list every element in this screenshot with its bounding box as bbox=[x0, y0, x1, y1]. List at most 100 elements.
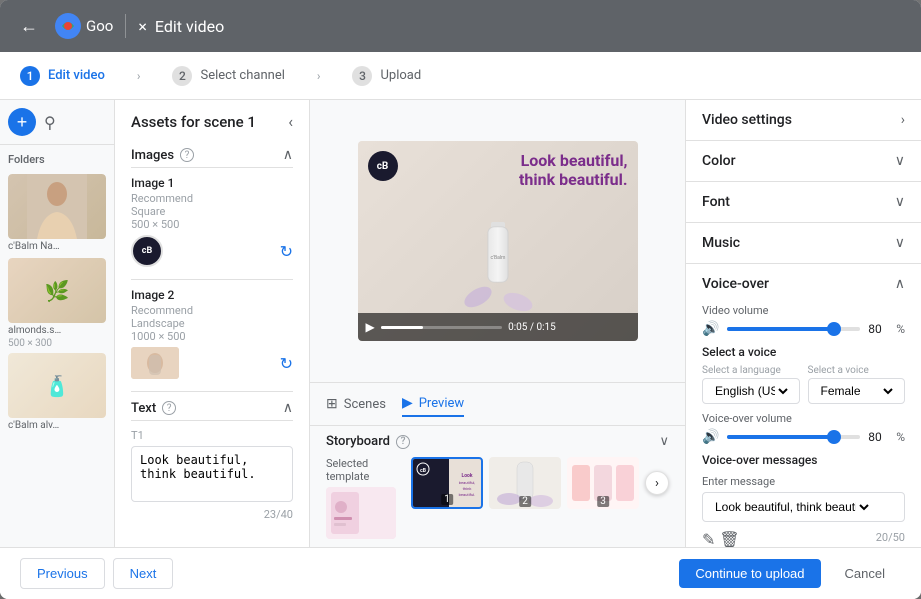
language-label: Select a language bbox=[702, 365, 800, 376]
storyboard-item-2[interactable]: 2 bbox=[489, 457, 561, 509]
image-2-desc2: Landscape bbox=[131, 317, 293, 330]
music-chevron: ∨ bbox=[895, 235, 905, 251]
voice-over-title: Voice-over bbox=[702, 276, 769, 292]
video-volume-percent: % bbox=[896, 322, 905, 336]
filter-icon[interactable]: ⚲ bbox=[44, 113, 56, 132]
image-1-desc2: Square bbox=[131, 205, 293, 218]
storyboard-info-icon[interactable]: ? bbox=[396, 435, 410, 449]
close-dialog-button[interactable]: × Edit video bbox=[138, 17, 224, 36]
message-select[interactable]: Look beautiful, think beautiful. bbox=[711, 499, 872, 515]
progress-bar[interactable] bbox=[381, 326, 502, 329]
preview-icon: ▶ bbox=[402, 395, 413, 411]
voice-over-header[interactable]: Voice-over ∧ bbox=[686, 264, 921, 304]
previous-button[interactable]: Previous bbox=[20, 558, 105, 589]
storyboard-num-2: 2 bbox=[519, 496, 531, 507]
storyboard-item-1[interactable]: cB Look beautiful, think beautiful. 1 bbox=[411, 457, 483, 509]
svg-text:beautiful,: beautiful, bbox=[459, 480, 476, 485]
list-item[interactable]: 🌿 almonds.s… 500 × 300 bbox=[8, 258, 106, 349]
voice-over-chevron: ∧ bbox=[895, 276, 905, 292]
select-voice-title: Select a voice bbox=[702, 345, 905, 359]
image-2-upload-icon[interactable]: ↻ bbox=[280, 354, 293, 373]
step-2-number: 2 bbox=[172, 66, 192, 86]
svg-text:Look: Look bbox=[461, 473, 472, 479]
language-select[interactable]: English (US) bbox=[702, 378, 800, 404]
selected-template-label: Selected template bbox=[326, 457, 399, 483]
text-section-title: Text bbox=[131, 401, 156, 416]
vo-volume-percent: % bbox=[896, 430, 905, 444]
vo-volume-icon: 🔊 bbox=[702, 429, 719, 445]
video-volume-slider[interactable] bbox=[727, 327, 860, 331]
collapse-panel-button[interactable]: ‹ bbox=[288, 112, 293, 131]
images-info-icon[interactable]: ? bbox=[180, 148, 194, 162]
modal-footer: Previous Next Continue to upload Cancel bbox=[0, 547, 921, 599]
list-item[interactable]: c'Balm Na… bbox=[8, 174, 106, 254]
video-settings-title: Video settings bbox=[702, 112, 792, 128]
color-section-header[interactable]: Color ∨ bbox=[686, 141, 921, 181]
vo-volume-slider[interactable] bbox=[727, 435, 860, 439]
list-item[interactable]: 🧴 c'Balm alv… bbox=[8, 353, 106, 433]
svg-text:cB: cB bbox=[420, 468, 426, 474]
image-1-item: Image 1 Recommend Square 500 × 500 cB ↻ bbox=[131, 176, 293, 267]
images-collapse-icon[interactable]: ∧ bbox=[283, 147, 293, 163]
language-dropdown[interactable]: English (US) bbox=[711, 383, 791, 399]
image-2-desc1: Recommend bbox=[131, 304, 293, 317]
step-3[interactable]: 3 Upload bbox=[352, 66, 421, 86]
image-1-upload-icon[interactable]: ↻ bbox=[280, 242, 293, 261]
color-section: Color ∨ bbox=[686, 141, 921, 182]
text-item-label: T1 bbox=[131, 429, 293, 442]
image-2-preview bbox=[131, 347, 179, 379]
play-button[interactable]: ▶ bbox=[366, 320, 375, 334]
storyboard-area: Storyboard ? ∨ Selected template bbox=[310, 425, 685, 547]
message-delete-icon[interactable]: 🗑 bbox=[719, 530, 739, 547]
video-time: 0:05 / 0:15 bbox=[508, 322, 629, 333]
font-section-header[interactable]: Font ∨ bbox=[686, 182, 921, 222]
step-1[interactable]: 1 Edit video bbox=[20, 66, 105, 86]
image-1-desc1: Recommend bbox=[131, 192, 293, 205]
image-2-item: Image 2 Recommend Landscape 1000 × 500 bbox=[131, 288, 293, 379]
asset-library-panel: + ⚲ Folders c'Balm Na… 🌿 bbox=[0, 100, 115, 547]
storyboard-num-3: 3 bbox=[597, 496, 609, 507]
music-section-header[interactable]: Music ∨ bbox=[686, 223, 921, 263]
volume-icon: 🔊 bbox=[702, 321, 719, 337]
step-2[interactable]: 2 Select channel bbox=[172, 66, 284, 86]
message-edit-icon[interactable]: ✎ bbox=[702, 530, 715, 547]
storyboard-num-1: 1 bbox=[441, 494, 453, 505]
selected-template-thumb[interactable] bbox=[326, 487, 396, 539]
font-chevron: ∨ bbox=[895, 194, 905, 210]
voice-select[interactable]: Female bbox=[808, 378, 906, 404]
modal-title: Edit video bbox=[155, 17, 224, 36]
video-settings-chevron: › bbox=[901, 112, 905, 128]
text-item-input[interactable]: Look beautiful, think beautiful. bbox=[131, 446, 293, 502]
step-3-number: 3 bbox=[352, 66, 372, 86]
text-collapse-icon[interactable]: ∧ bbox=[283, 400, 293, 416]
back-button[interactable]: ← bbox=[16, 12, 42, 41]
tab-scenes[interactable]: ⊞ Scenes bbox=[326, 392, 386, 416]
video-settings-section: Video settings › bbox=[686, 100, 921, 141]
text-info-icon[interactable]: ? bbox=[162, 401, 176, 415]
asset-size: 500 × 300 bbox=[8, 338, 106, 349]
voice-label: Select a voice bbox=[808, 365, 906, 376]
storyboard-item-3[interactable]: 3 bbox=[567, 457, 639, 509]
voice-over-section: Voice-over ∧ Video volume 🔊 80 bbox=[686, 264, 921, 547]
scenes-icon: ⊞ bbox=[326, 396, 338, 412]
storyboard-next-button[interactable]: › bbox=[645, 471, 669, 495]
storyboard-collapse-icon[interactable]: ∨ bbox=[659, 434, 669, 449]
video-frame: cB Look beautiful, think beautiful. bbox=[358, 141, 638, 341]
next-button[interactable]: Next bbox=[113, 558, 174, 589]
add-asset-button[interactable]: + bbox=[8, 108, 36, 136]
image-1-preview: cB bbox=[131, 235, 163, 267]
asset-name: c'Balm alv… bbox=[8, 418, 106, 433]
continue-upload-button[interactable]: Continue to upload bbox=[679, 559, 820, 588]
settings-panel: Video settings › Color ∨ Font ∨ bbox=[686, 100, 921, 547]
message-count: 20/50 bbox=[876, 531, 905, 544]
voice-dropdown[interactable]: Female bbox=[817, 383, 897, 399]
tab-preview[interactable]: ▶ Preview bbox=[402, 391, 464, 417]
svg-text:beautiful.: beautiful. bbox=[459, 492, 476, 497]
video-volume-value: 80 bbox=[868, 322, 888, 336]
vo-volume-value: 80 bbox=[868, 430, 888, 444]
video-settings-header[interactable]: Video settings › bbox=[686, 100, 921, 140]
video-logo: cB bbox=[368, 151, 398, 181]
image-2-label: Image 2 bbox=[131, 288, 293, 302]
music-title: Music bbox=[702, 235, 740, 251]
cancel-button[interactable]: Cancel bbox=[829, 559, 901, 588]
